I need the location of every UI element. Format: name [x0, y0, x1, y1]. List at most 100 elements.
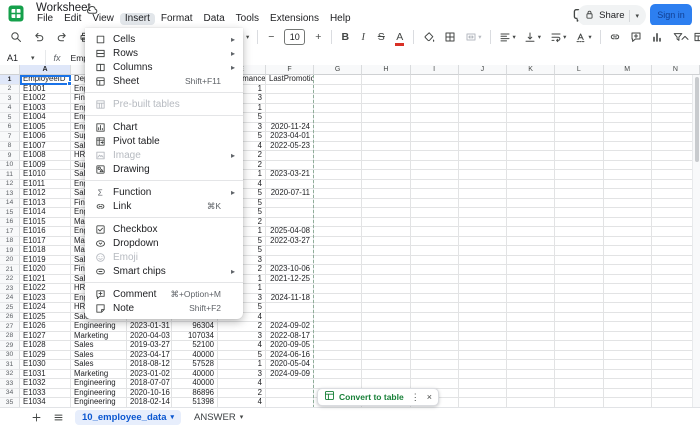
- cell-A20[interactable]: E1019: [20, 255, 71, 265]
- cell-G14[interactable]: [314, 198, 363, 208]
- cell-B32[interactable]: Marketing: [71, 369, 127, 379]
- cell-J18[interactable]: [458, 236, 507, 246]
- cell-F7[interactable]: 2023-04-01: [266, 132, 314, 142]
- row-header-8[interactable]: 8: [0, 141, 20, 151]
- cell-M23[interactable]: [603, 284, 652, 294]
- cell-H22[interactable]: [362, 274, 411, 284]
- collapse-toolbar-icon[interactable]: [678, 31, 691, 44]
- cell-L29[interactable]: [555, 341, 604, 351]
- row-header-23[interactable]: 23: [0, 284, 20, 294]
- cell-B34[interactable]: Engineering: [71, 388, 127, 398]
- cell-I28[interactable]: [410, 331, 459, 341]
- cell-A30[interactable]: E1029: [20, 350, 71, 360]
- cell-M16[interactable]: [603, 217, 652, 227]
- sheet-tab-answer[interactable]: ANSWER ▾: [194, 412, 243, 423]
- cell-A18[interactable]: E1017: [20, 236, 71, 246]
- cell-F8[interactable]: 2022-05-23: [266, 141, 314, 151]
- cell-F10[interactable]: [266, 160, 314, 170]
- cell-G1[interactable]: [314, 75, 363, 85]
- grid-corner[interactable]: [0, 65, 20, 75]
- menu-edit[interactable]: Edit: [59, 13, 86, 25]
- cell-L12[interactable]: [555, 179, 604, 189]
- row-header-20[interactable]: 20: [0, 255, 20, 265]
- cell-D27[interactable]: 96304: [172, 322, 218, 332]
- cell-M22[interactable]: [603, 274, 652, 284]
- cell-M24[interactable]: [603, 293, 652, 303]
- tab-caret-icon[interactable]: ▾: [171, 413, 175, 421]
- cell-F33[interactable]: [266, 379, 314, 389]
- share-button[interactable]: Share ▾: [577, 5, 646, 26]
- text-wrap-button[interactable]: ▾: [549, 31, 566, 44]
- cell-A9[interactable]: E1008: [20, 151, 71, 161]
- cell-E29[interactable]: 4: [218, 341, 266, 351]
- cell-L22[interactable]: [555, 274, 604, 284]
- cell-K34[interactable]: [507, 388, 556, 398]
- col-header-J[interactable]: J: [458, 65, 507, 75]
- cell-J5[interactable]: [458, 113, 507, 123]
- menu-item-comment[interactable]: Comment ⌘+Option+M: [85, 287, 243, 301]
- cell-I19[interactable]: [410, 246, 459, 256]
- cell-J30[interactable]: [458, 350, 507, 360]
- cell-F31[interactable]: 2020-05-04: [266, 360, 314, 370]
- cell-A23[interactable]: E1022: [20, 284, 71, 294]
- cell-F11[interactable]: 2023-03-21: [266, 170, 314, 180]
- cell-A3[interactable]: E1002: [20, 94, 71, 104]
- cell-E27[interactable]: 2: [218, 322, 266, 332]
- cell-F9[interactable]: [266, 151, 314, 161]
- cell-C32[interactable]: 2023-01-02: [127, 369, 172, 379]
- cell-C31[interactable]: 2018-08-12: [127, 360, 172, 370]
- sheet-tab-active[interactable]: 10_employee_data ▾: [75, 409, 182, 425]
- cell-B31[interactable]: Sales: [71, 360, 127, 370]
- cell-A7[interactable]: E1006: [20, 132, 71, 142]
- cell-G5[interactable]: [314, 113, 363, 123]
- cell-K15[interactable]: [507, 208, 556, 218]
- cell-L1[interactable]: [555, 75, 604, 85]
- cell-H6[interactable]: [362, 122, 411, 132]
- row-header-11[interactable]: 11: [0, 170, 20, 180]
- cell-L34[interactable]: [555, 388, 604, 398]
- cell-L15[interactable]: [555, 208, 604, 218]
- cell-F25[interactable]: [266, 303, 314, 313]
- cell-I31[interactable]: [410, 360, 459, 370]
- cell-A29[interactable]: E1028: [20, 341, 71, 351]
- cell-I5[interactable]: [410, 113, 459, 123]
- cell-F15[interactable]: [266, 208, 314, 218]
- cell-L20[interactable]: [555, 255, 604, 265]
- cell-K9[interactable]: [507, 151, 556, 161]
- cell-M6[interactable]: [603, 122, 652, 132]
- cell-F23[interactable]: [266, 284, 314, 294]
- cell-H21[interactable]: [362, 265, 411, 275]
- cell-F2[interactable]: [266, 84, 314, 94]
- cell-K30[interactable]: [507, 350, 556, 360]
- menu-view[interactable]: View: [87, 13, 119, 25]
- font-size-input[interactable]: 10: [284, 29, 306, 45]
- cell-J7[interactable]: [458, 132, 507, 142]
- row-header-18[interactable]: 18: [0, 236, 20, 246]
- cell-G19[interactable]: [314, 246, 363, 256]
- cell-L28[interactable]: [555, 331, 604, 341]
- cell-I21[interactable]: [410, 265, 459, 275]
- cell-M17[interactable]: [603, 227, 652, 237]
- cell-F29[interactable]: 2020-09-05: [266, 341, 314, 351]
- cell-J12[interactable]: [458, 179, 507, 189]
- cell-H29[interactable]: [362, 341, 411, 351]
- row-header-32[interactable]: 32: [0, 369, 20, 379]
- cell-J25[interactable]: [458, 303, 507, 313]
- cell-K26[interactable]: [507, 312, 556, 322]
- cell-L3[interactable]: [555, 94, 604, 104]
- cell-I14[interactable]: [410, 198, 459, 208]
- cell-L24[interactable]: [555, 293, 604, 303]
- cell-G9[interactable]: [314, 151, 363, 161]
- cell-M21[interactable]: [603, 265, 652, 275]
- cell-H14[interactable]: [362, 198, 411, 208]
- cell-G30[interactable]: [314, 350, 363, 360]
- row-header-26[interactable]: 26: [0, 312, 20, 322]
- cell-G4[interactable]: [314, 103, 363, 113]
- cell-H30[interactable]: [362, 350, 411, 360]
- cell-M31[interactable]: [603, 360, 652, 370]
- cell-I16[interactable]: [410, 217, 459, 227]
- cell-D32[interactable]: 40000: [172, 369, 218, 379]
- increase-font-icon[interactable]: +: [313, 31, 323, 44]
- row-header-27[interactable]: 27: [0, 322, 20, 332]
- cell-K3[interactable]: [507, 94, 556, 104]
